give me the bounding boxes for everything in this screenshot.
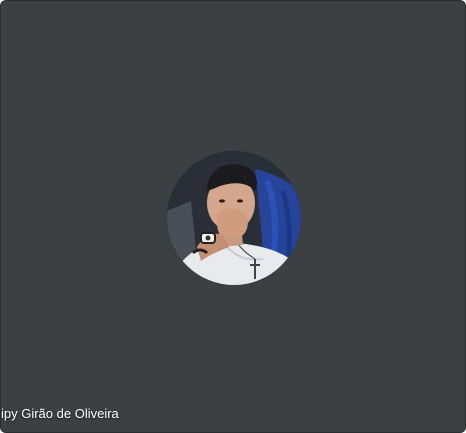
participant-name-label: ipy Girão de Oliveira (1, 406, 119, 421)
participant-video-tile[interactable]: ipy Girão de Oliveira (0, 0, 466, 433)
profile-photo-image (167, 151, 301, 285)
participant-avatar (167, 151, 301, 285)
